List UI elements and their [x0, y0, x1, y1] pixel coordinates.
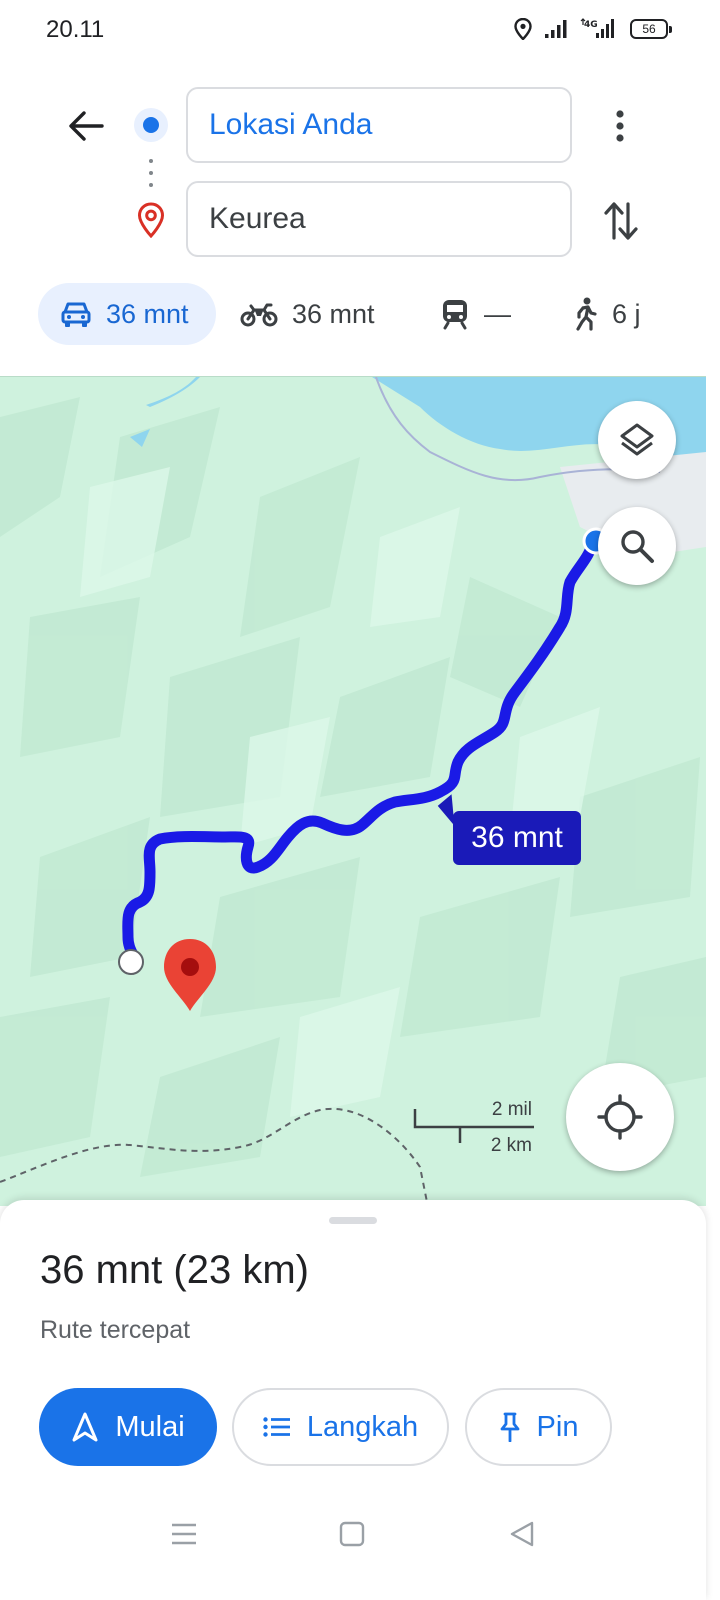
route-summary-title: 36 mnt (23 km)	[40, 1248, 309, 1292]
location-status-icon	[514, 18, 532, 40]
map-scale: 2 mil 2 km	[412, 1097, 536, 1156]
menu-icon	[172, 1523, 196, 1545]
more-vert-icon	[616, 110, 624, 142]
back-button[interactable]	[60, 100, 112, 152]
route-end-dot	[118, 949, 144, 975]
motorcycle-icon	[240, 303, 278, 327]
recent-apps-button[interactable]	[154, 1510, 214, 1558]
mode-tab-transit[interactable]: —	[440, 283, 511, 345]
mode-driving-label: 36 mnt	[106, 298, 189, 329]
train-icon	[443, 300, 467, 330]
layers-button[interactable]	[598, 401, 676, 479]
swap-vert-icon	[604, 202, 638, 240]
my-location-button[interactable]	[566, 1063, 674, 1171]
battery-indicator: 56	[630, 19, 672, 39]
sheet-drag-handle[interactable]	[329, 1217, 377, 1224]
map-view[interactable]: 36 mnt 2 mil 2 km	[0, 376, 706, 1206]
mode-transit-label: —	[484, 298, 511, 329]
route-duration-label[interactable]: 36 mnt	[453, 811, 581, 865]
signal-4g-icon: 4G	[580, 18, 614, 38]
mode-walking-label: 6 j	[612, 298, 641, 329]
destination-input[interactable]: Keurea	[186, 181, 572, 257]
search-along-route-button[interactable]	[598, 507, 676, 585]
arrow-left-icon	[69, 111, 104, 141]
route-summary-subtitle: Rute tercepat	[40, 1316, 191, 1344]
swap-locations-button[interactable]	[596, 196, 646, 246]
start-navigation-button[interactable]: Mulai	[39, 1388, 217, 1466]
scale-metric-label: 2 km	[490, 1135, 532, 1156]
system-back-button[interactable]	[492, 1510, 552, 1558]
system-navigation-bar	[0, 1490, 720, 1600]
route-connector-dots	[149, 159, 153, 187]
more-options-button[interactable]	[598, 100, 642, 152]
network-label: 4G	[584, 20, 598, 30]
pin-button[interactable]: Pin	[465, 1388, 612, 1466]
status-time: 20.11	[46, 16, 105, 43]
origin-input[interactable]: Lokasi Anda	[186, 87, 572, 163]
scale-imperial-label: 2 mil	[491, 1099, 532, 1120]
square-home-icon	[339, 1521, 365, 1547]
crosshair-icon	[597, 1094, 643, 1140]
home-button[interactable]	[322, 1510, 382, 1558]
list-icon	[263, 1417, 290, 1437]
mode-motorcycle-label: 36 mnt	[292, 298, 375, 329]
mode-tab-motorcycle[interactable]: 36 mnt	[240, 283, 375, 345]
mode-tab-walking[interactable]: 6 j	[572, 283, 641, 345]
layers-icon	[620, 423, 654, 456]
river	[146, 377, 200, 407]
navigation-arrow-icon	[72, 1412, 98, 1442]
walking-icon	[576, 297, 597, 331]
mode-tab-driving[interactable]: 36 mnt	[38, 283, 216, 345]
origin-dot-icon	[134, 108, 168, 142]
steps-button[interactable]: Langkah	[232, 1388, 449, 1466]
start-button-label: Mulai	[115, 1410, 185, 1443]
car-icon	[61, 302, 91, 327]
status-icons: 4G 56	[514, 18, 672, 40]
pushpin-icon	[500, 1412, 519, 1442]
status-bar: 20.11 4G 56	[0, 0, 720, 64]
signal-icon	[545, 20, 567, 38]
search-icon	[621, 530, 654, 563]
pin-button-label: Pin	[536, 1410, 579, 1443]
triangle-back-icon	[510, 1521, 534, 1547]
steps-button-label: Langkah	[306, 1410, 419, 1443]
destination-pin-icon	[137, 202, 165, 238]
